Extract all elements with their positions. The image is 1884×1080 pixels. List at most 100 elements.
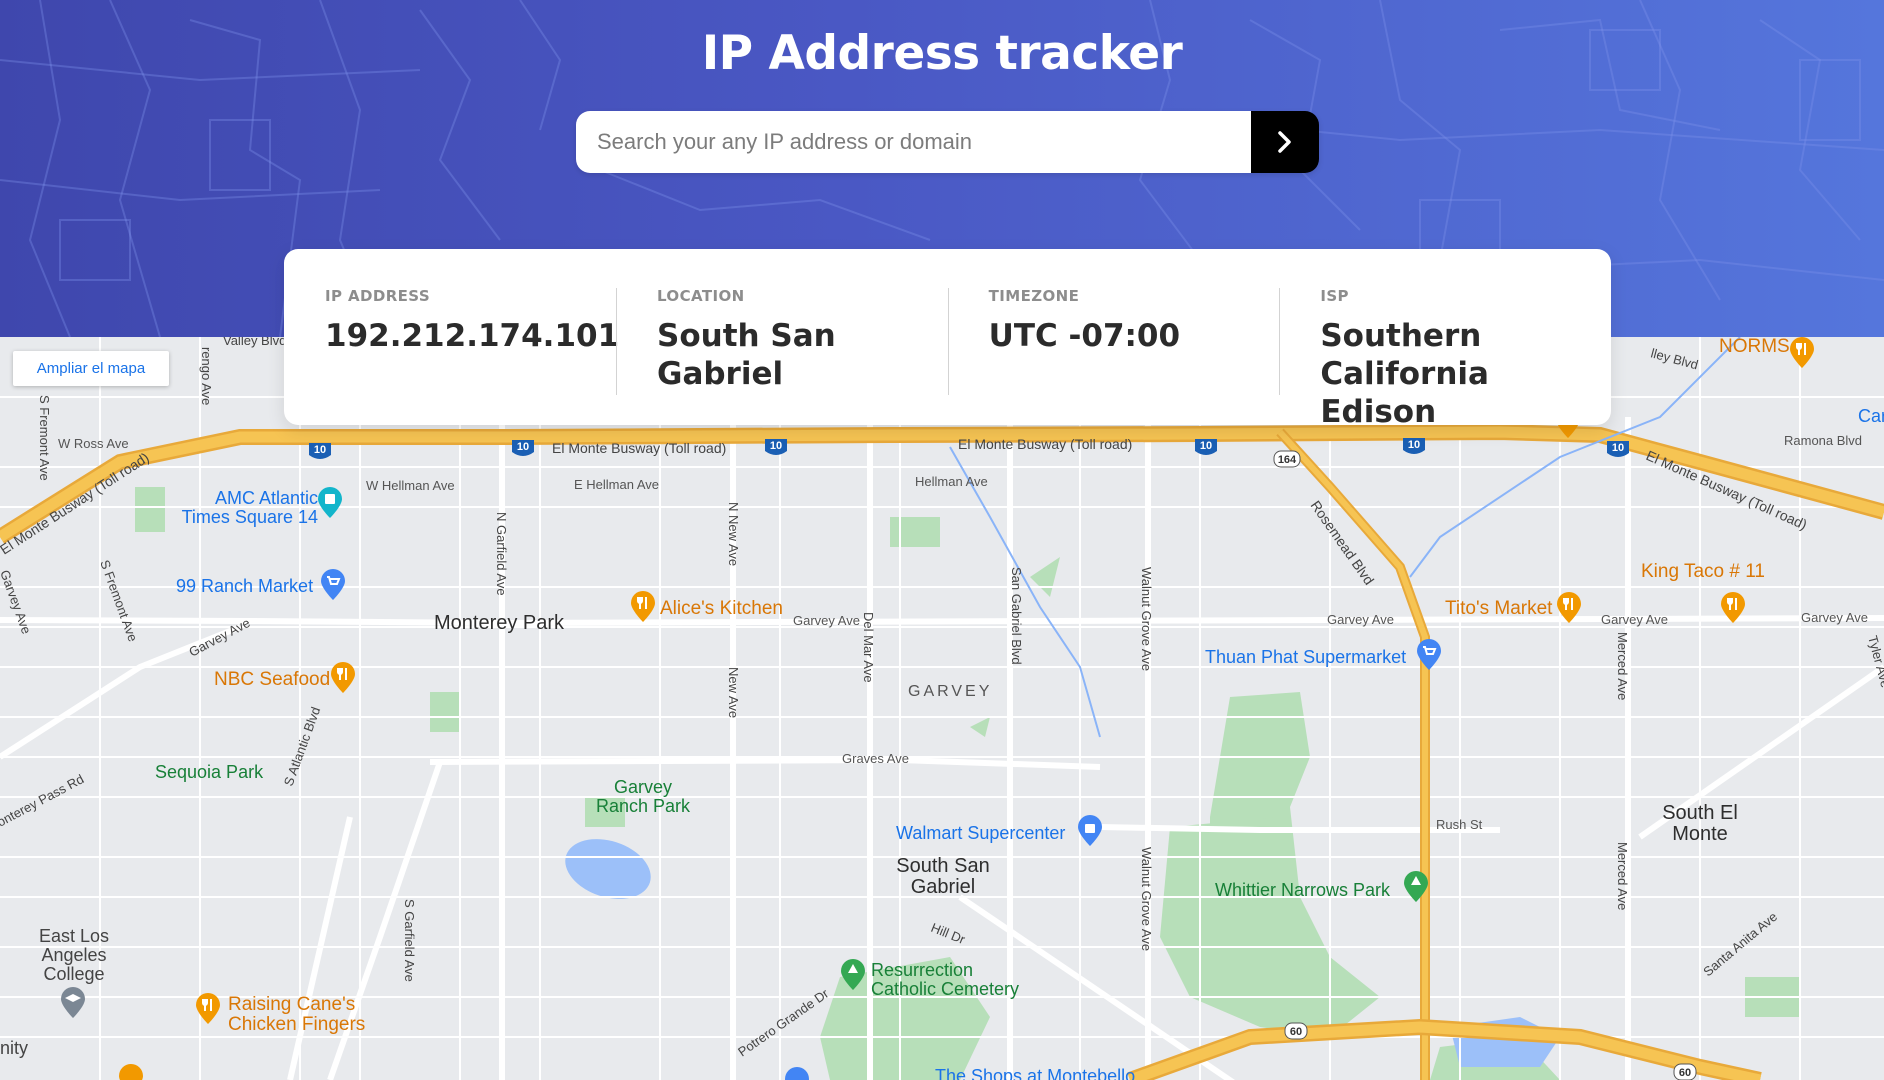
expand-map-button[interactable]: Ampliar el mapa	[13, 351, 169, 386]
isp-label: ISP	[1320, 287, 1349, 305]
route-60-shield-1: 60	[1284, 1022, 1308, 1040]
street-label: E Hellman Ave	[574, 477, 660, 492]
timezone-value: UTC -07:00	[988, 318, 1181, 354]
search-input[interactable]	[576, 111, 1251, 173]
street-label: Rush St	[1436, 817, 1483, 832]
poi-label-garvey-ranch-park[interactable]: Garvey Ranch Park	[593, 778, 693, 816]
street-label: Garvey Ave	[793, 613, 860, 628]
city-label-south-san-gabriel: South San Gabriel	[896, 855, 990, 898]
map-view[interactable]: 10 10 10 10 10 10 164 60 60 El Monte Bus…	[0, 337, 1884, 1080]
poi-label-king-taco[interactable]: King Taco # 11	[1641, 562, 1765, 582]
ip-address-section: IP ADDRESS 192.212.174.101	[284, 287, 620, 425]
poi-label-amc[interactable]: AMC Atlantic Times Square 14	[168, 489, 318, 527]
i10-shield-3: 10	[765, 439, 787, 455]
district-label-garvey: GARVEY	[908, 683, 993, 700]
shopping-cart-pin-icon[interactable]	[1416, 639, 1442, 671]
isp-value: Southern California Edison	[1320, 318, 1489, 430]
city-label-south-el-monte: South El Monte	[1662, 802, 1738, 845]
poi-label-norms[interactable]: NORMS	[1719, 337, 1790, 357]
svg-text:San Gabriel Blvd: San Gabriel Blvd	[1009, 567, 1024, 665]
svg-text:El Monte Busway (Toll road): El Monte Busway (Toll road)	[0, 449, 152, 557]
svg-text:Merced Ave: Merced Ave	[1615, 632, 1630, 700]
restaurant-pin-icon[interactable]	[1720, 592, 1746, 624]
shopping-bag-pin-icon[interactable]	[784, 1067, 810, 1080]
street-label: Garvey Ave	[1601, 612, 1668, 627]
ip-address-value: 192.212.174.101	[325, 318, 620, 354]
school-pin-icon[interactable]	[60, 987, 86, 1019]
poi-label-99-ranch[interactable]: 99 Ranch Market	[176, 577, 313, 596]
restaurant-pin-icon[interactable]	[118, 1064, 144, 1080]
timezone-label: TIMEZONE	[988, 287, 1080, 305]
svg-text:New Ave: New Ave	[726, 667, 741, 718]
poi-label-shops-montebello[interactable]: The Shops at Montebello	[935, 1067, 1135, 1080]
svg-text:164: 164	[1278, 454, 1297, 466]
poi-label-titos-market[interactable]: Tito's Market	[1445, 599, 1552, 619]
svg-text:10: 10	[1200, 440, 1212, 452]
svg-text:onterey Pass Rd: onterey Pass Rd	[0, 771, 86, 829]
park-pin-icon[interactable]	[1403, 871, 1429, 903]
street-label: Hellman Ave	[915, 474, 988, 489]
cinema-pin-icon[interactable]	[317, 487, 343, 519]
svg-text:60: 60	[1290, 1026, 1302, 1038]
cemetery-pin-icon[interactable]	[840, 959, 866, 991]
restaurant-pin-icon[interactable]	[1789, 337, 1815, 369]
svg-text:rengo Ave: rengo Ave	[199, 347, 214, 405]
street-label: W Hellman Ave	[366, 478, 455, 493]
street-label: Garvey Ave	[1327, 612, 1394, 627]
svg-text:10: 10	[1612, 442, 1624, 454]
svg-text:Walnut Grove Ave: Walnut Grove Ave	[1139, 847, 1154, 951]
search-bar	[576, 111, 1319, 173]
route-164-shield: 164	[1273, 450, 1301, 468]
isp-section: ISP Southern California Edison	[1279, 287, 1611, 430]
svg-text:Hill Dr: Hill Dr	[929, 920, 968, 947]
poi-label-resurrection[interactable]: Resurrection Catholic Cemetery	[871, 961, 1031, 999]
poi-label-fragment[interactable]: Car	[1858, 407, 1884, 426]
i10-shield-4: 10	[1195, 439, 1217, 455]
svg-text:10: 10	[770, 440, 782, 452]
location-value: South San Gabriel	[657, 318, 836, 392]
i10-shield-1: 10	[309, 443, 331, 459]
svg-text:N Garfield Ave: N Garfield Ave	[494, 512, 509, 596]
svg-text:S Garfield Ave: S Garfield Ave	[402, 899, 417, 982]
restaurant-pin-icon[interactable]	[195, 993, 221, 1025]
svg-text:El Monte Busway (Toll road): El Monte Busway (Toll road)	[552, 440, 726, 456]
svg-text:Garvey Ave: Garvey Ave	[0, 568, 34, 636]
svg-text:Valley Blvd: Valley Blvd	[223, 337, 286, 348]
search-submit-button[interactable]	[1251, 111, 1319, 173]
svg-text:S Fremont Ave: S Fremont Ave	[97, 558, 140, 644]
poi-label-nbc-seafood[interactable]: NBC Seafood	[214, 670, 330, 690]
svg-text:N New Ave: N New Ave	[726, 502, 741, 566]
restaurant-pin-icon[interactable]	[1556, 592, 1582, 624]
street-label: Graves Ave	[842, 751, 909, 766]
poi-label-whittier-narrows[interactable]: Whittier Narrows Park	[1215, 881, 1390, 900]
poi-label-fragment: nity	[0, 1038, 29, 1058]
svg-text:10: 10	[517, 441, 529, 453]
shopping-cart-pin-icon[interactable]	[320, 569, 346, 601]
svg-text:Santa Anita Ave: Santa Anita Ave	[1700, 909, 1780, 979]
svg-text:lley Blvd: lley Blvd	[1649, 345, 1700, 372]
svg-text:Rosemead Blvd: Rosemead Blvd	[1308, 498, 1378, 588]
location-label: LOCATION	[657, 287, 745, 305]
route-60-shield-2: 60	[1673, 1063, 1697, 1080]
city-label-monterey-park: Monterey Park	[434, 612, 565, 634]
poi-label-walmart[interactable]: Walmart Supercenter	[896, 824, 1065, 843]
timezone-section: TIMEZONE UTC -07:00	[947, 287, 1280, 425]
svg-text:El Monte Busway (Toll road): El Monte Busway (Toll road)	[958, 436, 1132, 452]
restaurant-pin-icon[interactable]	[330, 662, 356, 694]
shopping-bag-pin-icon[interactable]	[1077, 815, 1103, 847]
ip-info-card: IP ADDRESS 192.212.174.101 LOCATION Sout…	[284, 249, 1611, 430]
i10-shield-5: 10	[1403, 438, 1425, 454]
svg-text:10: 10	[314, 444, 326, 456]
poi-label-east-la-college: East Los Angeles College	[38, 926, 110, 984]
poi-label-thuan-phat[interactable]: Thuan Phat Supermarket	[1205, 648, 1406, 667]
restaurant-pin-icon[interactable]	[630, 591, 656, 623]
ip-address-label: IP ADDRESS	[325, 287, 431, 305]
svg-text:Merced Ave: Merced Ave	[1615, 842, 1630, 910]
chevron-right-icon	[1278, 131, 1291, 153]
poi-label-raising-canes[interactable]: Raising Cane's Chicken Fingers	[228, 995, 388, 1035]
location-section: LOCATION South San Gabriel	[616, 287, 948, 425]
svg-text:Del Mar Ave: Del Mar Ave	[861, 612, 876, 683]
poi-label-sequoia-park[interactable]: Sequoia Park	[155, 763, 263, 782]
poi-label-alices-kitchen[interactable]: Alice's Kitchen	[660, 599, 783, 619]
svg-text:10: 10	[1408, 439, 1420, 451]
